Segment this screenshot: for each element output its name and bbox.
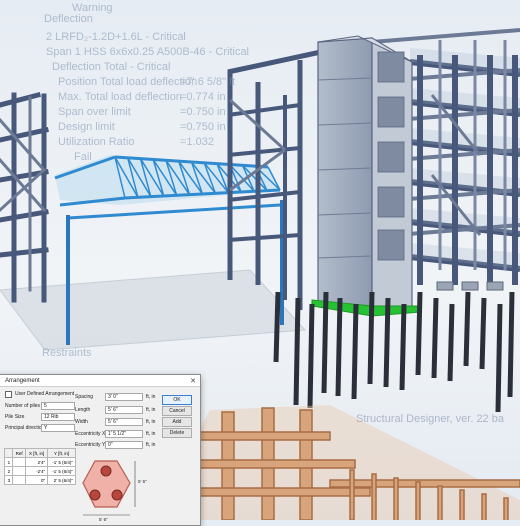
timber-joist <box>371 473 377 520</box>
user-defined-checkbox[interactable] <box>5 390 12 398</box>
pile-cap <box>461 281 479 291</box>
table-cell: 2 <box>3 466 14 476</box>
pile-size-label: Pile Size <box>5 414 25 420</box>
width-unit: ft, in <box>146 419 156 425</box>
pile <box>507 291 515 398</box>
pile <box>415 291 423 376</box>
table-cell: 3 <box>3 475 14 485</box>
pile <box>335 297 343 397</box>
core-opening <box>377 96 405 128</box>
add-button[interactable]: Add <box>162 417 192 427</box>
spacing-input[interactable]: 3' 0" <box>105 393 143 401</box>
close-icon[interactable]: ✕ <box>190 377 196 385</box>
length-input[interactable]: 5' 6" <box>105 406 143 414</box>
pile <box>495 303 503 413</box>
width-input[interactable]: 5' 6" <box>105 418 143 426</box>
field-row-eccentricity-y: Eccentricity Y 0" ft, in <box>75 441 155 449</box>
table-header: Y [ft, in] <box>47 448 76 458</box>
ok-button[interactable]: OK <box>162 395 192 405</box>
number-of-piles-label: Number of piles <box>5 403 41 409</box>
timber-beam <box>329 479 520 488</box>
pile <box>293 297 301 406</box>
table-row[interactable]: 3 0" 2' 5 (6/4)" <box>3 475 76 485</box>
field-row-width: Width 5' 6" ft, in <box>75 418 155 426</box>
core-opening <box>377 51 405 83</box>
field-row-eccentricity-x: Eccentricity X 1' 5 1/2" ft, in <box>75 430 155 438</box>
eccentricity-x-unit: ft, in <box>146 431 156 437</box>
cancel-button[interactable]: Cancel <box>162 406 192 416</box>
delete-button[interactable]: Delete <box>162 428 192 438</box>
pile <box>321 291 329 394</box>
pile-cap-preview <box>82 460 136 516</box>
timber-joist <box>393 477 399 520</box>
core-opening <box>377 229 405 261</box>
dialog-titlebar[interactable]: Arrangement ✕ <box>0 375 200 387</box>
pile <box>383 297 391 388</box>
eccentricity-x-label: Eccentricity X <box>75 431 106 437</box>
user-defined-checkbox-row[interactable]: User Defined Arrangement <box>5 390 74 398</box>
width-label: Width <box>75 419 88 425</box>
pile <box>431 297 439 379</box>
field-row-length: Length 5' 6" ft, in <box>75 406 155 414</box>
eccentricity-y-input[interactable]: 0" <box>105 441 143 449</box>
number-of-piles-select[interactable]: 5 <box>41 402 75 410</box>
spacing-label: Spacing <box>75 394 94 400</box>
table-row[interactable]: 2 -2'4" -1' 5 (6/4)" <box>3 466 76 476</box>
table-header <box>3 448 14 458</box>
pile <box>367 291 375 385</box>
timber-joist <box>349 469 355 520</box>
table-cell[interactable]: 2'4" <box>25 457 49 467</box>
dialog-title: Arrangement <box>5 377 40 384</box>
pile-cap <box>436 281 454 291</box>
core-opening <box>377 141 405 173</box>
length-label: Length <box>75 407 91 413</box>
pile-coordinates-table[interactable]: Ref X [ft, in] Y [ft, in] 1 2'4" -1' 5 (… <box>3 448 76 485</box>
spacing-unit: ft, in <box>146 394 156 400</box>
field-row-spacing: Spacing 3' 0" ft, in <box>75 393 155 401</box>
table-header-row: Ref X [ft, in] Y [ft, in] <box>3 448 76 458</box>
pile <box>307 303 315 409</box>
timber-joist <box>503 497 509 520</box>
table-cell[interactable]: 2' 5 (6/4)" <box>47 475 76 485</box>
table-cell[interactable] <box>12 466 27 476</box>
timber-joist <box>481 493 487 520</box>
principal-direction-select[interactable]: Y <box>41 424 75 432</box>
pile-size-select[interactable]: 12 Rib <box>41 413 75 421</box>
user-defined-label: User Defined Arrangement <box>15 391 75 397</box>
table-cell[interactable]: 0" <box>25 475 49 485</box>
field-row-pile-size: Pile Size 12 Rib <box>5 413 75 421</box>
pile <box>273 291 281 363</box>
timber-joist <box>415 481 421 520</box>
pile <box>447 303 455 382</box>
table-cell[interactable] <box>12 475 27 485</box>
principal-direction-label: Principal direction <box>5 425 45 431</box>
eccentricity-x-input[interactable]: 1' 5 1/2" <box>105 430 143 438</box>
pile <box>399 303 407 391</box>
eccentricity-y-unit: ft, in <box>146 442 156 448</box>
field-row-principal-direction: Principal direction Y <box>5 424 75 432</box>
table-header: X [ft, in] <box>25 448 49 458</box>
pile <box>479 297 487 370</box>
table-row[interactable]: 1 2'4" -1' 5 (6/4)" <box>3 457 76 467</box>
version-watermark: Structural Designer, ver. 22 ba <box>356 413 504 425</box>
concrete-core <box>311 35 421 317</box>
eccentricity-y-label: Eccentricity Y <box>75 442 106 448</box>
table-cell[interactable]: -1' 5 (6/4)" <box>47 466 76 476</box>
pile <box>463 291 471 367</box>
pile-cap <box>486 281 504 291</box>
field-row-number-of-piles: Number of piles 5 <box>5 402 75 410</box>
table-cell[interactable] <box>12 457 27 467</box>
core-opening <box>377 186 405 218</box>
table-header: Ref <box>12 448 27 458</box>
timber-joist <box>437 485 443 520</box>
table-cell: 1 <box>3 457 14 467</box>
table-cell[interactable]: -1' 5 (6/4)" <box>47 457 76 467</box>
cap-length-dimension: 5' 6" <box>138 479 147 484</box>
timber-joist <box>459 489 465 520</box>
table-cell[interactable]: -2'4" <box>25 466 49 476</box>
length-unit: ft, in <box>146 407 156 413</box>
pile <box>351 303 359 400</box>
